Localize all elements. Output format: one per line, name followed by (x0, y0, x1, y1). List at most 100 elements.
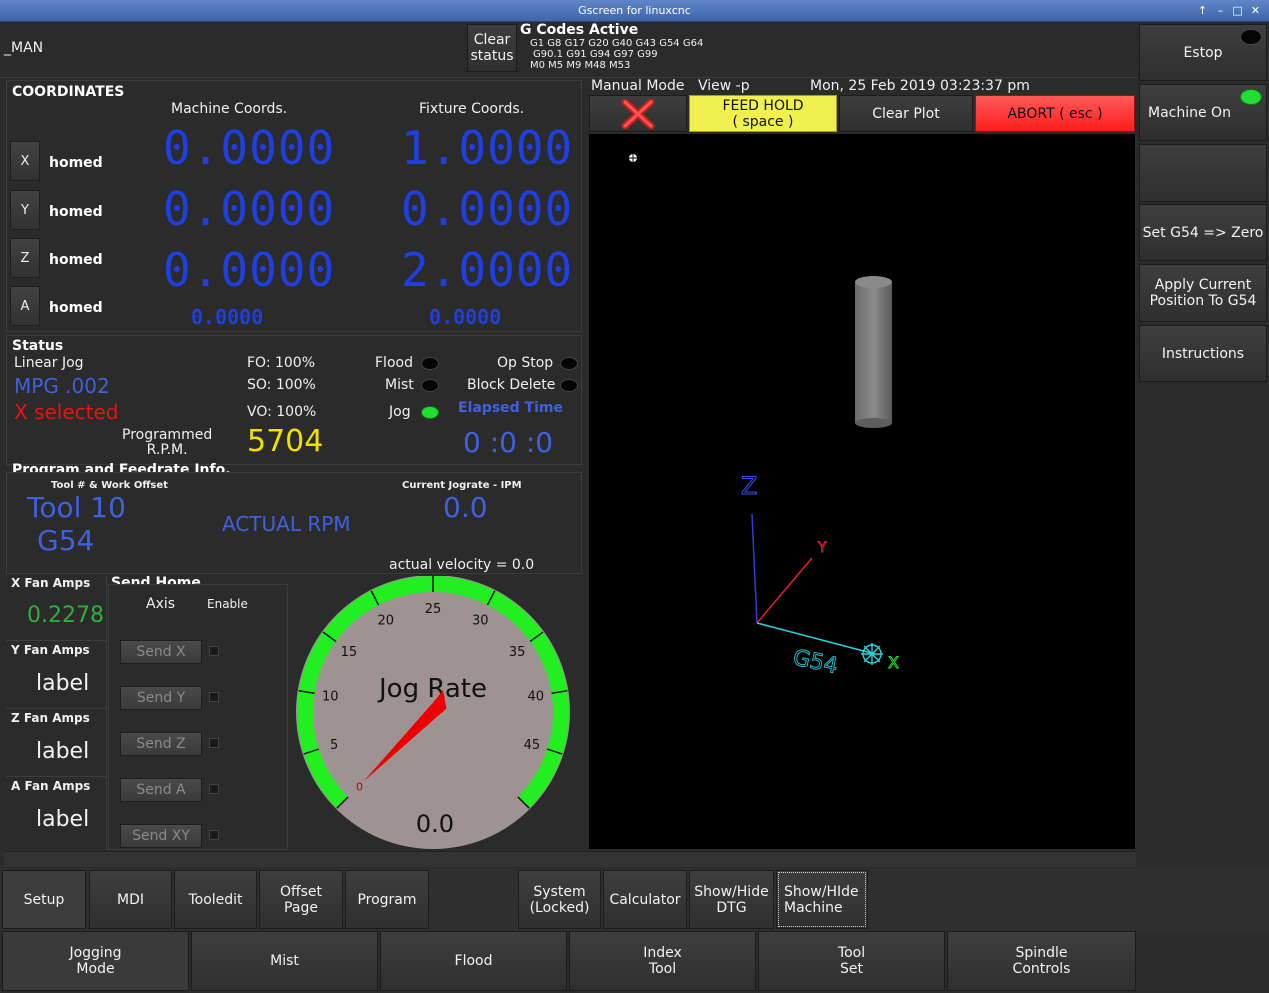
flood-button[interactable]: Flood (380, 931, 567, 991)
op-stop-label: Op Stop (497, 355, 554, 371)
manual-mode-label: Manual Mode (591, 78, 685, 94)
send-y-enable-checkbox[interactable] (209, 692, 219, 702)
offset-label: G54 (791, 645, 840, 679)
x-fan-amps-label: X Fan Amps (11, 576, 91, 590)
window-title: Gscreen for linuxcnc (578, 4, 691, 17)
axis-x-state: homed (49, 155, 103, 171)
send-z-button[interactable]: Send Z (120, 732, 202, 756)
coordinates-title: COORDINATES (12, 84, 125, 100)
send-home-panel: Axis Enable Send X Send Y Send Z Send A … (108, 584, 288, 850)
gcode-plot-view[interactable]: Z Y X G54 (589, 134, 1135, 849)
flood-led (421, 357, 439, 370)
gauge-tick-label: 40 (527, 690, 544, 705)
index-tool-button[interactable]: Index Tool (569, 931, 756, 991)
linear-jog-label: Linear Jog (14, 355, 84, 371)
datetime-label: Mon, 25 Feb 2019 03:23:37 pm (810, 78, 1030, 94)
programmed-rpm-label: Programmed R.P.M. (122, 427, 213, 458)
gauge-tick-label: 0 (356, 781, 363, 794)
a-fan-amps-label: A Fan Amps (11, 779, 91, 793)
mist-label: Mist (385, 377, 414, 393)
tab-program[interactable]: Program (345, 870, 429, 929)
a-fan-amps-value: label (36, 807, 90, 832)
send-x-button[interactable]: Send X (120, 640, 202, 664)
gauge-tick-label: 5 (330, 738, 338, 753)
window-minimize-icon[interactable]: – (1213, 3, 1228, 18)
spindle-controls-button[interactable]: Spindle Controls (947, 931, 1136, 991)
machine-on-led (1240, 89, 1262, 105)
z-axis-label: Z (741, 472, 757, 500)
window-up-icon[interactable]: ↑ (1195, 3, 1210, 18)
tab-setup[interactable]: Setup (2, 870, 86, 929)
jog-label: Jog (389, 404, 411, 420)
estop-label: Estop (1183, 44, 1223, 61)
flood-label: Flood (375, 355, 413, 371)
gauge-tick-label: 35 (509, 645, 526, 660)
column-divider (106, 576, 107, 850)
gauge-tick-label: 15 (341, 645, 358, 660)
elapsed-time: 0 :0 :0 (463, 426, 554, 459)
status-panel: Status Linear Jog MPG .002 X selected FO… (6, 335, 582, 465)
send-xy-button[interactable]: Send XY (120, 824, 202, 848)
y-axis-label: Y (817, 540, 827, 556)
jogging-mode-button[interactable]: Jogging Mode (2, 931, 189, 991)
tab-calculator[interactable]: Calculator (603, 870, 687, 929)
axis-a-state: homed (49, 300, 103, 316)
clear-plot-button[interactable]: Clear Plot (839, 95, 973, 132)
fixture-coords-header: Fixture Coords. (419, 101, 525, 117)
send-x-enable-checkbox[interactable] (209, 646, 219, 656)
gauge-tick-label: 45 (524, 738, 541, 753)
mode-label: _MAN (4, 40, 44, 56)
send-z-enable-checkbox[interactable] (209, 738, 219, 748)
set-g54-zero-button[interactable]: Set G54 => Zero (1139, 204, 1267, 261)
fan-divider (6, 640, 106, 641)
feed-hold-button[interactable]: FEED HOLD ( space ) (689, 95, 837, 132)
abort-button[interactable]: ABORT ( esc ) (975, 95, 1135, 132)
jog-rate-gauge: 0 5 10 15 20 25 30 35 40 45 Jog Rate 0.0 (296, 576, 570, 849)
tab-tooledit[interactable]: Tooledit (174, 870, 257, 929)
horizontal-scrollbar[interactable] (4, 851, 1136, 867)
stop-button[interactable] (589, 95, 687, 132)
tab-show-hide-machine[interactable]: Show/HIde Machine (776, 870, 868, 929)
feed-override: FO: 100% (247, 355, 316, 371)
axis-x-button[interactable]: X (10, 141, 40, 181)
x-fan-amps-value: 0.2278 (27, 603, 104, 628)
program-info-panel: Tool # & Work Offset Tool 10 G54 ACTUAL … (6, 472, 582, 574)
apply-position-g54-button[interactable]: Apply Current Position To G54 (1139, 264, 1267, 322)
axis-a-button[interactable]: A (10, 286, 40, 326)
axis-y-button[interactable]: Y (10, 190, 40, 230)
tab-offset-page[interactable]: Offset Page (259, 870, 343, 929)
tab-show-hide-dtg[interactable]: Show/Hide DTG (689, 870, 774, 929)
send-a-button[interactable]: Send A (120, 778, 202, 802)
actual-rpm: ACTUAL RPM (222, 512, 351, 536)
machine-on-label: Machine On (1148, 104, 1231, 121)
tool-offset-header: Tool # & Work Offset (51, 480, 168, 491)
clear-status-button[interactable]: Clear status (467, 24, 517, 72)
tab-mdi[interactable]: MDI (89, 870, 172, 929)
instructions-button[interactable]: Instructions (1139, 325, 1267, 382)
tab-system-locked[interactable]: System (Locked) (518, 870, 601, 929)
coordinates-panel: COORDINATES Machine Coords. Fixture Coor… (6, 80, 582, 332)
work-offset: G54 (37, 524, 95, 557)
gauge-tick-label: 10 (322, 690, 339, 705)
x-machine-coord: 0.0000 (163, 121, 336, 175)
send-xy-enable-checkbox[interactable] (209, 830, 219, 840)
programmed-rpm: 5704 (247, 424, 324, 459)
gcodes-line-1: G1 G8 G17 G20 G40 G43 G54 G64 (530, 38, 704, 49)
axis-z-state: homed (49, 252, 103, 268)
send-a-enable-checkbox[interactable] (209, 784, 219, 794)
x-axis-label: X (888, 653, 899, 672)
send-y-button[interactable]: Send Y (120, 686, 202, 710)
tool-set-button[interactable]: Tool Set (758, 931, 945, 991)
y-fan-amps-label: Y Fan Amps (11, 643, 90, 657)
a-machine-coord: 0.0000 (191, 305, 264, 329)
block-delete-led (560, 379, 578, 392)
blank-button[interactable] (1139, 144, 1267, 202)
z-fan-amps-value: label (36, 739, 90, 764)
gauge-value: 0.0 (416, 810, 454, 838)
window-close-icon[interactable]: ✕ (1248, 3, 1263, 18)
axis-z-button[interactable]: Z (10, 238, 40, 278)
window-maximize-icon[interactable]: □ (1230, 3, 1245, 18)
origin-marker-icon (861, 643, 883, 665)
gauge-tick-label: 30 (472, 613, 489, 628)
mist-button[interactable]: Mist (191, 931, 378, 991)
